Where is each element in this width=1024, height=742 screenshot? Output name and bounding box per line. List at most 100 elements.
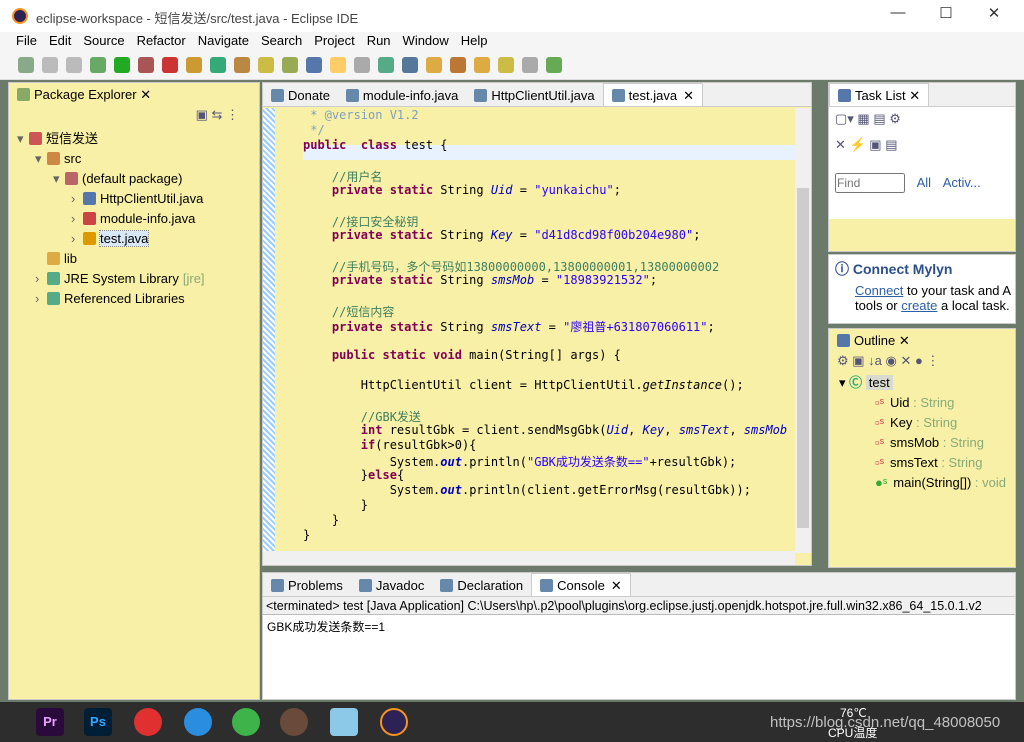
tab-console[interactable]: Console ✕ (531, 573, 631, 596)
expand-arrow-icon[interactable]: › (35, 269, 47, 289)
expand-arrow-icon[interactable]: ▾ (17, 129, 29, 149)
toolbar-button-icon[interactable] (138, 57, 154, 73)
horizontal-scrollbar[interactable] (263, 551, 795, 565)
code-line: if(resultGbk>0){ (303, 438, 477, 452)
menu-refactor[interactable]: Refactor (131, 32, 192, 50)
tab-donate[interactable]: Donate (263, 84, 338, 107)
expand-arrow-icon[interactable]: › (71, 229, 83, 249)
toolbar-button-icon[interactable] (282, 57, 298, 73)
code-editor[interactable]: * @version V1.2 */public class test { //… (263, 108, 795, 553)
tab-javadoc[interactable]: Javadoc (351, 574, 432, 597)
toolbar-button-icon[interactable] (546, 57, 562, 73)
outline-class[interactable]: ▾ Ⓒ test (829, 373, 1015, 393)
code-line: public static void main(String[] args) { (303, 348, 621, 362)
tab-httpclientutil-java[interactable]: HttpClientUtil.java (466, 84, 602, 107)
vertical-scrollbar[interactable] (795, 108, 811, 553)
netease-music-icon[interactable] (134, 708, 162, 736)
eclipse-taskbar-icon[interactable] (380, 708, 408, 736)
menu-help[interactable]: Help (455, 32, 494, 50)
tree-item[interactable]: ▾ (default package) (9, 169, 259, 189)
notepad-icon[interactable] (330, 708, 358, 736)
tree-item[interactable]: › JRE System Library [jre] (9, 269, 259, 289)
menu-edit[interactable]: Edit (43, 32, 77, 50)
tree-item[interactable]: › test.java (9, 229, 259, 249)
toolbar-button-icon[interactable] (258, 57, 274, 73)
browser-icon[interactable] (184, 708, 212, 736)
close-button[interactable]: ✕ (982, 4, 1006, 26)
create-link[interactable]: create (901, 298, 937, 313)
menu-run[interactable]: Run (361, 32, 397, 50)
tree-item[interactable]: lib (9, 249, 259, 269)
tab-declaration[interactable]: Declaration (432, 574, 531, 597)
tab-test-java[interactable]: test.java ✕ (602, 83, 703, 106)
toolbar-button-icon[interactable] (330, 57, 346, 73)
expand-arrow-icon[interactable]: ▾ (53, 169, 65, 189)
toolbar-button-icon[interactable] (522, 57, 538, 73)
toolbar-button-icon[interactable] (42, 57, 58, 73)
toolbar-button-icon[interactable] (450, 57, 466, 73)
code-token: +resultGbk); (649, 455, 737, 469)
tree-item[interactable]: ▾ src (9, 149, 259, 169)
tab-task-list[interactable]: Task List ✕ (829, 83, 930, 106)
tab-problems[interactable]: Problems (263, 574, 351, 597)
toolbar-button-icon[interactable] (186, 57, 202, 73)
toolbar-button-icon[interactable] (474, 57, 490, 73)
minimize-button[interactable]: — (886, 4, 910, 26)
tree-item[interactable]: › module-info.java (9, 209, 259, 229)
toolbar-button-icon[interactable] (18, 57, 34, 73)
code-line: public class test { (303, 138, 448, 152)
outline-member[interactable]: ▫ˢ smsText : String (829, 453, 1015, 473)
toolbar-button-icon[interactable] (90, 57, 106, 73)
close-tab-icon[interactable]: ✕ (611, 578, 622, 593)
toolbar-button-icon[interactable] (354, 57, 370, 73)
toolbar-button-icon[interactable] (378, 57, 394, 73)
menu-source[interactable]: Source (77, 32, 130, 50)
toolbar-button-icon[interactable] (426, 57, 442, 73)
outline-member[interactable]: ●ˢ main(String[]) : void (829, 473, 1015, 493)
expand-arrow-icon[interactable]: › (71, 209, 83, 229)
toolbar-button-icon[interactable] (162, 57, 178, 73)
expand-arrow-icon[interactable]: › (35, 289, 47, 309)
expand-arrow-icon[interactable]: ▾ (839, 375, 849, 390)
photoshop-icon[interactable]: Ps (84, 708, 112, 736)
avatar-app-icon[interactable] (280, 708, 308, 736)
close-tab-icon[interactable]: ✕ (683, 88, 694, 103)
console-output[interactable]: GBK成功发送条数==1 (263, 615, 1015, 638)
collapse-all-icon[interactable]: ▣ ⇆ ⋮ (196, 107, 239, 122)
menu-navigate[interactable]: Navigate (192, 32, 255, 50)
outline-member[interactable]: ▫ˢ Key : String (829, 413, 1015, 433)
file-icon (440, 579, 454, 592)
activate-link[interactable]: Activ... (943, 175, 981, 190)
toolbar-button-icon[interactable] (66, 57, 82, 73)
360-icon[interactable] (232, 708, 260, 736)
expand-arrow-icon[interactable]: ▾ (35, 149, 47, 169)
maximize-button[interactable]: ☐ (934, 4, 958, 26)
menu-window[interactable]: Window (397, 32, 455, 50)
tab-module-info-java[interactable]: module-info.java (338, 84, 466, 107)
toolbar-button-icon[interactable] (498, 57, 514, 73)
all-link[interactable]: All (917, 175, 931, 190)
menu-project[interactable]: Project (308, 32, 360, 50)
code-token: Key (490, 228, 513, 242)
connect-link[interactable]: Connect (855, 283, 903, 298)
code-token: else (368, 468, 397, 482)
tab-package-explorer[interactable]: Package Explorer ✕ (9, 83, 159, 106)
code-token: private static (331, 228, 434, 242)
toolbar-button-icon[interactable] (402, 57, 418, 73)
tree-item[interactable]: › Referenced Libraries (9, 289, 259, 309)
menu-file[interactable]: File (10, 32, 43, 50)
code-token: Uid (490, 183, 513, 197)
toolbar-button-icon[interactable] (306, 57, 322, 73)
find-input[interactable] (835, 173, 905, 193)
menu-search[interactable]: Search (255, 32, 308, 50)
outline-member[interactable]: ▫ˢ smsMob : String (829, 433, 1015, 453)
tree-item[interactable]: › HttpClientUtil.java (9, 189, 259, 209)
expand-arrow-icon[interactable]: › (71, 189, 83, 209)
toolbar-button-icon[interactable] (210, 57, 226, 73)
toolbar-button-icon[interactable] (234, 57, 250, 73)
tab-outline[interactable]: Outline ✕ (829, 329, 918, 352)
outline-member[interactable]: ▫ˢ Uid : String (829, 393, 1015, 413)
tree-item[interactable]: ▾ 短信发送 (9, 129, 259, 149)
toolbar-button-icon[interactable] (114, 57, 130, 73)
premiere-icon[interactable]: Pr (36, 708, 64, 736)
